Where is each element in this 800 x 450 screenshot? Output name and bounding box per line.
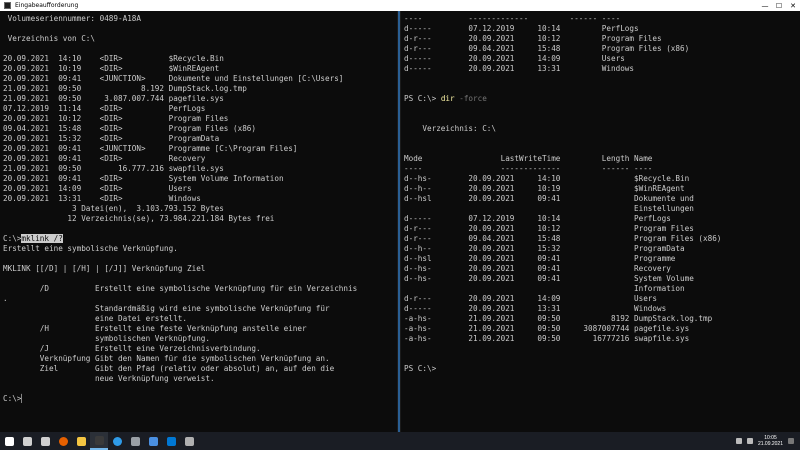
cmd-line: 09.04.2021 15:48 <DIR> Program Files (x8… bbox=[3, 124, 257, 133]
clock[interactable]: 10:05 21.09.2021 bbox=[758, 435, 783, 447]
cmd-line: Standardmäßig wird eine symbolische Verk… bbox=[3, 304, 330, 313]
maximize-button[interactable]: ☐ bbox=[772, 0, 786, 11]
ps-line: d-r--- 09.04.2021 15:48 Program Files (x… bbox=[404, 234, 722, 243]
window-title: Eingabeaufforderung bbox=[15, 2, 79, 9]
cmd-line: 20.09.2021 09:41 <JUNCTION> Programme [C… bbox=[3, 144, 298, 153]
ps-command-word: dir bbox=[440, 94, 455, 103]
ps-line: d----- 07.12.2019 10:14 PerfLogs bbox=[404, 214, 671, 223]
cmd-line: /D Erstellt eine symbolische Verknüpfung… bbox=[3, 284, 358, 293]
cmd-line: 20.09.2021 09:41 <JUNCTION> Dokumente un… bbox=[3, 74, 344, 83]
ps-line: d----- 20.09.2021 13:31 Windows bbox=[404, 64, 635, 73]
ps-line: d--h-- 20.09.2021 15:32 ProgramData bbox=[404, 244, 685, 253]
search-icon[interactable] bbox=[18, 432, 36, 450]
window-titlebar: Eingabeaufforderung — ☐ ✕ bbox=[0, 0, 800, 11]
cmd-line: 21.09.2021 09:50 3.087.007.744 pagefile.… bbox=[3, 94, 224, 103]
cmd-line: C:\>▏ bbox=[3, 394, 27, 403]
cmd-line: Verknüpfung Gibt den Namen für die symbo… bbox=[3, 354, 330, 363]
ps-line: d----- 20.09.2021 13:31 Windows bbox=[404, 304, 667, 313]
ps-line: d--hs- 20.09.2021 09:41 Recovery bbox=[404, 264, 671, 273]
cmd-line: /J Erstellt eine Verzeichnisverbindung. bbox=[3, 344, 261, 353]
cmd-line: . bbox=[3, 294, 8, 303]
cmd-terminal-pane[interactable]: Volumeseriennummer: 0489-A18A Verzeichni… bbox=[0, 11, 397, 432]
firefox-icon[interactable] bbox=[54, 432, 72, 450]
cmd-output: Volumeseriennummer: 0489-A18A Verzeichni… bbox=[0, 11, 397, 404]
cmd-line: 20.09.2021 15:32 <DIR> ProgramData bbox=[3, 134, 220, 143]
task-view-icon[interactable] bbox=[36, 432, 54, 450]
ps-line: Verzeichnis: C:\ bbox=[404, 124, 497, 133]
cmd-line: MKLINK [[/D] | [/H] | [/J]] Verknüpfung … bbox=[3, 264, 206, 273]
cmd-line: 20.09.2021 09:41 <DIR> System Volume Inf… bbox=[3, 174, 284, 183]
ps-line: d--hsl 20.09.2021 09:41 Dokumente und bbox=[404, 194, 694, 203]
ps-line: d-r--- 20.09.2021 10:12 Program Files bbox=[404, 34, 662, 43]
powershell-output: ---- ------------- ------ ---- d----- 07… bbox=[401, 11, 800, 374]
ps-line: -a-hs- 21.09.2021 09:50 8192 DumpStack.l… bbox=[404, 314, 713, 323]
windows-start-icon[interactable] bbox=[0, 432, 18, 450]
ps-line: d----- 20.09.2021 14:09 Users bbox=[404, 54, 625, 63]
ps-line: -a-hs- 21.09.2021 09:50 3087007744 pagef… bbox=[404, 324, 690, 333]
ps-line: d----- 07.12.2019 10:14 PerfLogs bbox=[404, 24, 639, 33]
taskbar: 10:05 21.09.2021 bbox=[0, 432, 800, 450]
cmd-line: neue Verknüpfung verweist. bbox=[3, 374, 215, 383]
ps-line: d--hsl 20.09.2021 09:41 Programme bbox=[404, 254, 676, 263]
ps-line: ---- ------------- ------ ---- bbox=[404, 164, 653, 173]
cmd-line: 20.09.2021 10:12 <DIR> Program Files bbox=[3, 114, 229, 123]
cmd-line: 20.09.2021 09:41 <DIR> Recovery bbox=[3, 154, 206, 163]
window-controls: — ☐ ✕ bbox=[758, 0, 800, 11]
cmd-line: 21.09.2021 09:50 8.192 DumpStack.log.tmp bbox=[3, 84, 247, 93]
system-tray: 10:05 21.09.2021 bbox=[735, 432, 794, 450]
ps-line: ---- ------------- ------ ---- bbox=[404, 14, 621, 23]
cmd-line: 20.09.2021 13:31 <DIR> Windows bbox=[3, 194, 201, 203]
cmd-line: 20.09.2021 14:09 <DIR> Users bbox=[3, 184, 192, 193]
cmd-line: Ziel Gibt den Pfad (relativ oder absolut… bbox=[3, 364, 335, 373]
cmd-line: Volumeseriennummer: 0489-A18A bbox=[3, 14, 142, 23]
cmd-line: eine Datei erstellt. bbox=[3, 314, 188, 323]
cmd-line: 07.12.2019 11:14 <DIR> PerfLogs bbox=[3, 104, 206, 113]
close-button[interactable]: ✕ bbox=[786, 0, 800, 11]
ps-line: d-r--- 20.09.2021 14:09 Users bbox=[404, 294, 658, 303]
ps-line: d--hs- 20.09.2021 09:41 System Volume bbox=[404, 274, 694, 283]
volume-icon[interactable] bbox=[746, 438, 753, 444]
selected-text: mklink /? bbox=[21, 234, 63, 243]
ps-line: -a-hs- 21.09.2021 09:50 16777216 swapfil… bbox=[404, 334, 690, 343]
cmd-app-icon bbox=[4, 2, 11, 9]
cmd-line: 3 Datei(en), 3.103.793.152 Bytes bbox=[3, 204, 224, 213]
cmd-line: C:\>mklink /? bbox=[3, 234, 63, 243]
taskbar-apps bbox=[0, 432, 198, 450]
ps-line: PS C:\> bbox=[404, 364, 437, 373]
cmd-line: 20.09.2021 10:19 <DIR> $WinREAgent bbox=[3, 64, 220, 73]
network-tray-icon[interactable] bbox=[735, 438, 742, 444]
ps-line: d--h-- 20.09.2021 10:19 $WinREAgent bbox=[404, 184, 685, 193]
ps-line: PS C:\> dir -force bbox=[404, 94, 487, 103]
network-icon[interactable] bbox=[144, 432, 162, 450]
cmd-line: symbolischen Verknüpfung. bbox=[3, 334, 211, 343]
minimize-button[interactable]: — bbox=[758, 0, 772, 11]
terminal-icon[interactable] bbox=[90, 432, 108, 450]
edge-icon[interactable] bbox=[108, 432, 126, 450]
ps-line: Mode LastWriteTime Length Name bbox=[404, 154, 653, 163]
powershell-terminal-pane[interactable]: ---- ------------- ------ ---- d----- 07… bbox=[401, 11, 800, 432]
ps-line: Information bbox=[404, 284, 685, 293]
mail-icon[interactable] bbox=[162, 432, 180, 450]
notifications-icon[interactable] bbox=[788, 438, 794, 444]
ps-line: d-r--- 09.04.2021 15:48 Program Files (x… bbox=[404, 44, 690, 53]
cmd-line: 12 Verzeichnis(se), 73.984.221.184 Bytes… bbox=[3, 214, 275, 223]
cmd-line: 20.09.2021 14:10 <DIR> $Recycle.Bin bbox=[3, 54, 224, 63]
cmd-line: Verzeichnis von C:\ bbox=[3, 34, 96, 43]
file-explorer-icon[interactable] bbox=[72, 432, 90, 450]
ps-line: d--hs- 20.09.2021 14:10 $Recycle.Bin bbox=[404, 174, 690, 183]
settings-icon[interactable] bbox=[126, 432, 144, 450]
ps-line: d-r--- 20.09.2021 10:12 Program Files bbox=[404, 224, 694, 233]
cmd-line: 21.09.2021 09:50 16.777.216 swapfile.sys bbox=[3, 164, 224, 173]
text-cursor: ▏ bbox=[21, 394, 27, 403]
cmd-line: Erstellt eine symbolische Verknüpfung. bbox=[3, 244, 178, 253]
cmd-line: /H Erstellt eine feste Verknüpfung anste… bbox=[3, 324, 307, 333]
notes-icon[interactable] bbox=[180, 432, 198, 450]
ps-line: Einstellungen bbox=[404, 204, 694, 213]
ps-command-param: -force bbox=[459, 94, 487, 103]
clock-date: 21.09.2021 bbox=[757, 441, 783, 447]
